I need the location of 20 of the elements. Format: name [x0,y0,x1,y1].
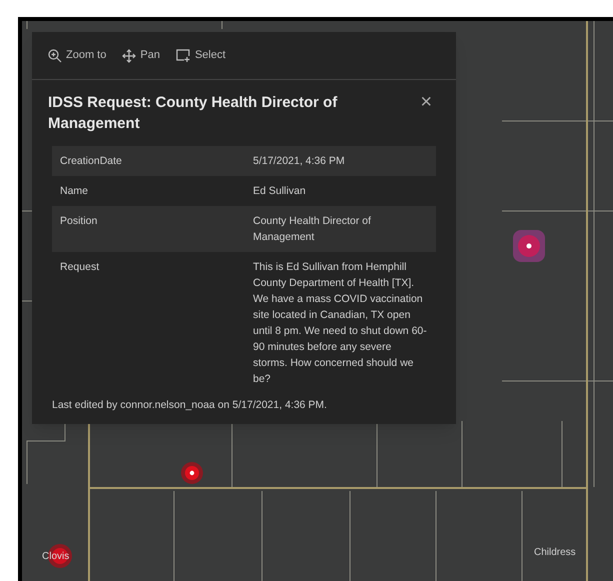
field-name: Position [59,214,98,229]
zoom-in-icon [48,48,62,62]
action-button[interactable]: Select [176,47,226,64]
map-marker-icon [180,461,204,485]
map-marker-icon [512,229,546,263]
action-button[interactable]: Pan [122,47,160,64]
action-button[interactable]: Zoom to [48,47,106,64]
field-value: This is Ed Sullivan from Hemphill County Department of Health [TX]. We have a mass COVID vaccination site located in Canadian, TX open until 8 pm. We need to shut down 60-90 minutes before any severe storms. How concerned should we be? [252,260,428,387]
field-name: Request [59,260,100,275]
field-value: Ed Sullivan [252,184,307,199]
field-value: 5/17/2021, 4:36 PM [252,154,346,169]
last-edited-text: Last edited by connor.nelson_noaa on 5/17/2021, 4:36 PM. [51,398,328,413]
select-box-icon [176,48,191,62]
field-name: CreationDate [59,154,123,169]
popup-title: IDSS Request: County Health Director of Management [48,93,338,134]
field-value: County Health Director of Management [252,214,372,245]
move-arrows-icon [122,48,136,62]
close-button[interactable]: × [420,92,432,112]
field-name: Name [59,184,90,199]
city-label: Childress [534,546,576,560]
